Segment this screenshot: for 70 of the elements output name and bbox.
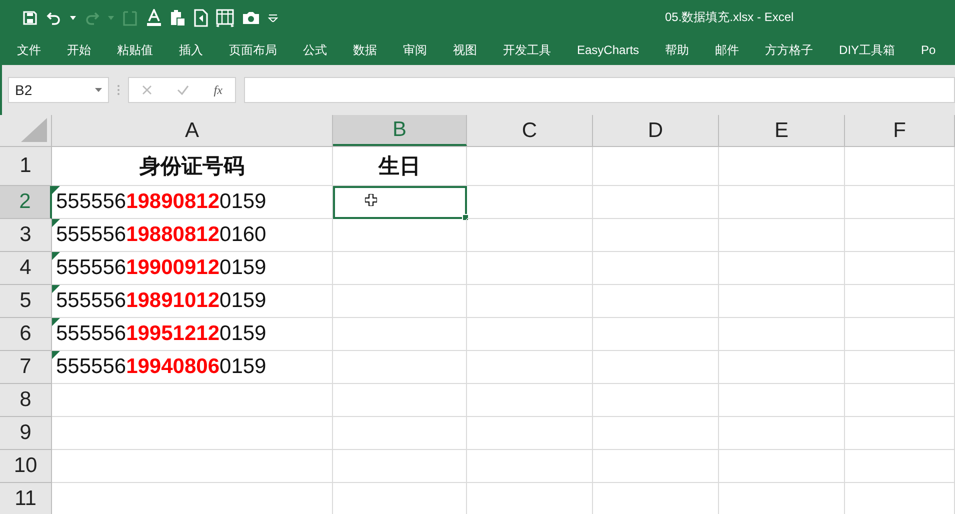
error-indicator-icon[interactable] <box>52 186 60 194</box>
ribbon-tab[interactable]: 邮件 <box>706 42 748 58</box>
row-header[interactable]: 8 <box>0 384 52 417</box>
table-cell[interactable]: 身份证号码 <box>52 147 333 186</box>
table-cell[interactable]: 生日 <box>333 147 467 186</box>
undo-icon[interactable] <box>46 10 62 26</box>
error-indicator-icon[interactable] <box>52 219 60 227</box>
ribbon-tab[interactable]: Po <box>912 43 945 57</box>
enter-icon[interactable] <box>176 85 189 95</box>
table-cell[interactable]: 555556198808120160 <box>52 219 333 252</box>
ribbon-tab[interactable]: EasyCharts <box>568 43 648 57</box>
row-header[interactable]: 2 <box>0 186 52 219</box>
ribbon-tab[interactable]: DIY工具箱 <box>830 42 904 58</box>
column-header[interactable]: C <box>467 115 593 146</box>
window-title: 05.数据填充.xlsx - Excel <box>665 9 794 26</box>
ribbon-tab[interactable]: 方方格子 <box>756 42 822 58</box>
table-cell[interactable]: 555556199512120159 <box>52 318 333 351</box>
caret-icon[interactable] <box>70 16 76 20</box>
column-header[interactable]: F <box>845 115 955 146</box>
ribbon-tab[interactable]: 粘贴值 <box>108 42 162 58</box>
column-header[interactable]: D <box>593 115 719 146</box>
cross-cursor-icon <box>365 194 377 206</box>
error-indicator-icon[interactable] <box>52 252 60 260</box>
ribbon-tab[interactable]: 开始 <box>58 42 100 58</box>
ribbon-tab[interactable]: 开发工具 <box>494 42 560 58</box>
error-indicator-icon[interactable] <box>52 285 60 293</box>
error-indicator-icon[interactable] <box>52 318 60 326</box>
touch-mode-icon <box>122 8 138 26</box>
ribbon-tab[interactable]: 视图 <box>444 42 486 58</box>
row-header[interactable]: 1 <box>0 147 52 186</box>
table-cell[interactable]: 555556198910120159 <box>52 285 333 318</box>
table-cell[interactable]: 555556199408060159 <box>52 351 333 384</box>
row-header[interactable]: 3 <box>0 219 52 252</box>
document-icon[interactable] <box>194 8 208 26</box>
grip-icon <box>117 84 120 96</box>
ribbon-tab[interactable]: 审阅 <box>394 42 436 58</box>
column-header[interactable]: B <box>333 115 467 146</box>
formula-field[interactable] <box>244 77 955 103</box>
ribbon-tab[interactable]: 插入 <box>170 42 212 58</box>
redo-icon <box>84 10 100 26</box>
column-header[interactable]: E <box>719 115 845 146</box>
caret-icon[interactable] <box>95 88 102 92</box>
ribbon-tab[interactable]: 公式 <box>294 42 336 58</box>
camera-icon[interactable] <box>242 10 260 24</box>
ribbon-tab[interactable]: 页面布局 <box>220 42 286 58</box>
ribbon-tab[interactable]: 文件 <box>8 42 50 58</box>
fill-handle[interactable] <box>462 214 469 221</box>
caret-icon <box>108 16 114 20</box>
save-icon[interactable] <box>22 10 38 26</box>
font-color-icon[interactable] <box>146 8 162 26</box>
ribbon-tab[interactable]: 帮助 <box>656 42 698 58</box>
table-cell[interactable]: 555556199009120159 <box>52 252 333 285</box>
row-header[interactable]: 10 <box>0 450 52 483</box>
table-icon[interactable] <box>216 8 234 26</box>
row-header[interactable]: 5 <box>0 285 52 318</box>
table-cell[interactable] <box>333 186 467 219</box>
insert-function-button[interactable]: fx <box>214 82 222 98</box>
customize-caret-icon[interactable] <box>268 14 278 22</box>
select-all-icon[interactable] <box>21 118 47 142</box>
error-indicator-icon[interactable] <box>52 351 60 359</box>
cancel-icon[interactable] <box>142 85 152 95</box>
row-header[interactable]: 4 <box>0 252 52 285</box>
ribbon-tab[interactable]: 数据 <box>344 42 386 58</box>
name-box[interactable]: B2 <box>8 77 109 103</box>
paste-icon[interactable] <box>170 8 186 26</box>
table-cell[interactable]: 555556198908120159 <box>52 186 333 219</box>
row-header[interactable]: 11 <box>0 483 52 514</box>
row-header[interactable]: 9 <box>0 417 52 450</box>
row-header[interactable]: 6 <box>0 318 52 351</box>
row-header[interactable]: 7 <box>0 351 52 384</box>
